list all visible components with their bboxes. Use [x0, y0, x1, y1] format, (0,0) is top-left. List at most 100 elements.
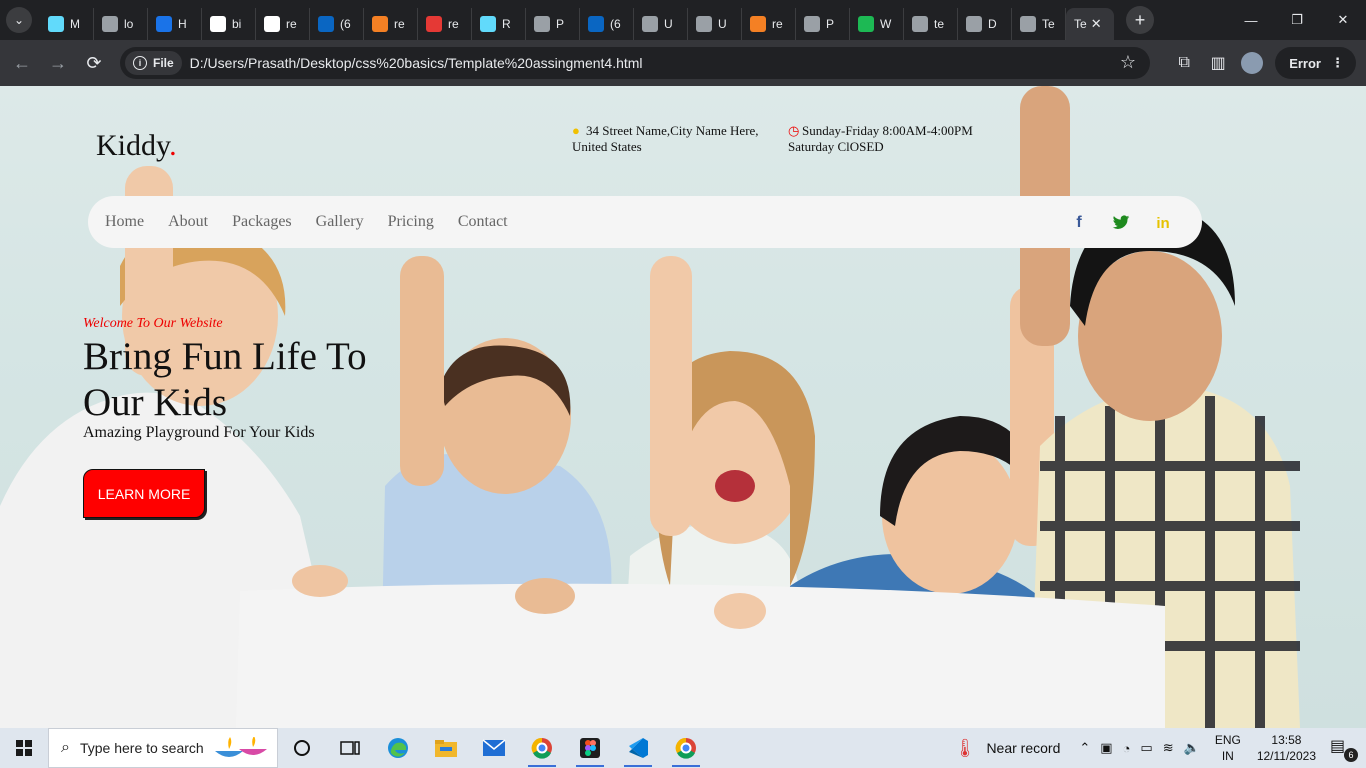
hours-info: ◷ Sunday-Friday 8:00AM-4:00PM Saturday Cl… [788, 123, 973, 155]
site-info-chip[interactable]: i File [125, 51, 182, 75]
tab-16[interactable]: te [904, 8, 958, 40]
close-tab-icon[interactable]: ✕ [1091, 16, 1102, 32]
file-explorer-icon[interactable] [422, 728, 470, 768]
address-bar[interactable]: i File D:/Users/Prasath/Desktop/css%20ba… [120, 47, 1150, 79]
nav-gallery[interactable]: Gallery [316, 213, 364, 231]
profile-error-button[interactable]: Error ⋮ [1275, 47, 1356, 79]
clock[interactable]: 13:58 12/11/2023 [1257, 732, 1316, 764]
tab-label: D [988, 17, 997, 31]
edge-icon[interactable] [374, 728, 422, 768]
minimize-button[interactable]: — [1228, 0, 1274, 40]
new-tab-button[interactable]: + [1126, 6, 1154, 34]
volume-icon[interactable]: 🔈 [1184, 740, 1200, 756]
tab-17[interactable]: D [958, 8, 1012, 40]
chrome-taskbar-icon-2[interactable] [662, 728, 710, 768]
figma-icon[interactable] [566, 728, 614, 768]
tab-active[interactable]: Te ✕ [1066, 8, 1114, 40]
taskbar-search-box[interactable]: ⌕ Type here to search [48, 728, 278, 768]
vscode-icon[interactable] [614, 728, 662, 768]
nav-packages[interactable]: Packages [232, 213, 292, 231]
forward-button[interactable]: → [40, 45, 76, 81]
tab-7[interactable]: re [418, 8, 472, 40]
language-indicator[interactable]: ENG IN [1215, 732, 1241, 764]
restore-button[interactable]: ❐ [1274, 0, 1320, 40]
side-panel-icon[interactable]: ▥ [1201, 46, 1235, 80]
tab-13[interactable]: re [742, 8, 796, 40]
mail-icon[interactable] [470, 728, 518, 768]
chevron-up-icon[interactable]: ⌃ [1079, 740, 1090, 756]
tab-0[interactable]: M [40, 8, 94, 40]
n-icon [426, 16, 442, 32]
meet-now-icon[interactable]: ▣ [1100, 740, 1112, 756]
tab-1[interactable]: lo [94, 8, 148, 40]
site-info-label: File [153, 56, 174, 70]
network-icon[interactable]: ◔ [1123, 741, 1131, 756]
stackoverflow-icon [750, 16, 766, 32]
linkedin-icon[interactable]: in [1152, 212, 1174, 234]
tab-label: bi [232, 17, 242, 31]
site-logo[interactable]: Kiddy. [96, 129, 177, 163]
tab-label: (6 [340, 17, 351, 31]
bookmark-star-icon[interactable]: ☆ [1120, 52, 1136, 73]
url-text[interactable]: D:/Users/Prasath/Desktop/css%20basics/Te… [190, 55, 643, 71]
tab-label: H [178, 17, 187, 31]
react-icon [480, 16, 496, 32]
twitter-icon[interactable] [1110, 212, 1132, 234]
tab-list: Mlo Hbi re (6 re re R P (6 U Ure P Wte D Te [40, 0, 1066, 40]
nav-home[interactable]: Home [105, 213, 144, 231]
back-button[interactable]: ← [4, 45, 40, 81]
linkedin-icon [588, 16, 604, 32]
task-view-icon[interactable] [326, 728, 374, 768]
battery-icon[interactable]: ▭ [1140, 740, 1152, 756]
facebook-icon[interactable]: f [1068, 212, 1090, 234]
chrome-taskbar-icon[interactable] [518, 728, 566, 768]
nav-pricing[interactable]: Pricing [388, 213, 434, 231]
notification-count: 6 [1344, 748, 1358, 762]
extensions-icon[interactable]: ⧉ [1167, 46, 1201, 80]
tab-4[interactable]: re [256, 8, 310, 40]
tab-5[interactable]: (6 [310, 8, 364, 40]
globe-icon [1020, 16, 1036, 32]
map-pin-icon: ● [572, 123, 580, 138]
stackoverflow-icon [372, 16, 388, 32]
tab-10[interactable]: (6 [580, 8, 634, 40]
start-button[interactable] [0, 728, 48, 768]
address-info: ● 34 Street Name,City Name Here, United S… [572, 123, 759, 155]
reload-button[interactable]: ⟳ [76, 45, 112, 81]
lang-line-1: ENG [1214, 733, 1241, 747]
lang-line-2: IN [1221, 749, 1234, 763]
linkedin-icon [318, 16, 334, 32]
tab-search-chevron-icon[interactable]: ⌄ [6, 7, 32, 33]
nav-links: Home About Packages Gallery Pricing Cont… [105, 213, 532, 231]
tab-8[interactable]: R [472, 8, 526, 40]
w-icon [858, 16, 874, 32]
close-window-button[interactable]: ✕ [1320, 0, 1366, 40]
profile-avatar[interactable] [1241, 52, 1264, 74]
tab-label: M [70, 17, 80, 31]
tab-2[interactable]: H [148, 8, 202, 40]
hackerrank-icon [156, 16, 172, 32]
wifi-icon[interactable]: ≋ [1163, 740, 1174, 756]
tab-label: re [448, 17, 459, 31]
learn-more-button[interactable]: LEARN MORE [83, 469, 205, 518]
gear-icon [102, 16, 118, 32]
cortana-icon[interactable] [278, 728, 326, 768]
tab-15[interactable]: W [850, 8, 904, 40]
tab-14[interactable]: P [796, 8, 850, 40]
tab-label: Te [1042, 17, 1055, 31]
notification-center-icon[interactable]: ▤ 6 [1330, 736, 1358, 762]
tab-11[interactable]: U [634, 8, 688, 40]
browser-tab-strip: ⌄ Mlo Hbi re (6 re re R P (6 U Ure P Wte D Te Te ✕ + —… [0, 0, 1366, 40]
tab-9[interactable]: P [526, 8, 580, 40]
weather-widget[interactable]: 🌡 Near record [954, 738, 1061, 759]
tab-label: U [664, 17, 673, 31]
nav-about[interactable]: About [168, 213, 208, 231]
tab-3[interactable]: bi [202, 8, 256, 40]
tab-label: P [826, 17, 835, 31]
clock-time: 13:58 [1271, 733, 1302, 747]
tab-label: (6 [610, 17, 621, 31]
nav-contact[interactable]: Contact [458, 213, 508, 231]
tab-18[interactable]: Te [1012, 8, 1066, 40]
tab-12[interactable]: U [688, 8, 742, 40]
tab-6[interactable]: re [364, 8, 418, 40]
